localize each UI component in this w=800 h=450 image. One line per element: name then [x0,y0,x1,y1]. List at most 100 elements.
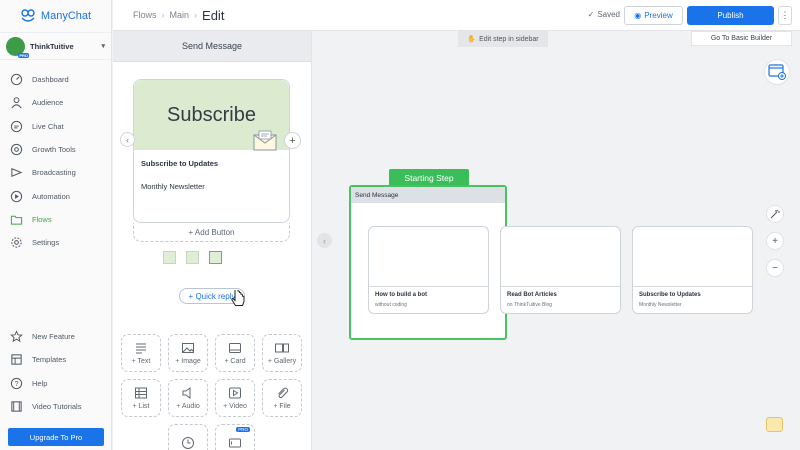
preview-button[interactable]: ◉ Preview [624,6,683,25]
chevron-left-icon[interactable]: ‹ [120,132,135,147]
text-icon [134,341,148,355]
node-card-title: How to build a bot [375,292,427,298]
add-delay-button[interactable] [168,424,208,450]
add-button[interactable]: + Add Button [133,223,290,242]
sidebar-item-new-feature[interactable]: New Feature [0,325,111,348]
flows-icon [10,213,23,226]
node-card[interactable]: Subscribe to Updates Monthly Newsletter [632,226,753,314]
sidebar-item-broadcasting[interactable]: Broadcasting [0,161,111,184]
audio-icon [181,386,195,400]
eye-icon: ◉ [634,11,642,20]
audience-icon [10,96,23,109]
sidebar-item-label: Video Tutorials [32,402,82,412]
thumbnail[interactable] [209,251,222,264]
node-card[interactable]: Read Bot Articles on ThinkTuitive Blog [500,226,621,314]
add-image-button[interactable]: + Image [168,334,208,372]
settings-icon [10,236,23,249]
pro-badge: PRO [236,427,250,432]
add-card-icon[interactable]: + [284,132,301,149]
page-title: Edit [202,7,225,23]
node-card[interactable]: How to build a bot without coding [368,226,489,314]
form-icon [228,436,242,450]
zoom-in-icon[interactable]: + [766,232,784,250]
sidebar-item-templates[interactable]: Templates [0,348,111,371]
basic-builder-button[interactable]: Go To Basic Builder [691,31,792,46]
add-pro-block-button[interactable]: PRO [215,424,255,450]
image-icon [181,341,195,355]
add-file-button[interactable]: + File [262,379,302,417]
flow-canvas[interactable]: ✋ Edit step in sidebar Go To Basic Build… [313,31,800,450]
add-audio-button[interactable]: + Audio [168,379,208,417]
add-text-button[interactable]: + Text [121,334,161,372]
sidebar-item-label: Growth Tools [32,145,76,155]
card-divider [501,286,620,287]
templates-icon [10,353,23,366]
gallery-card[interactable]: Subscribe Subscribe to Updates Monthly N… [120,79,301,223]
sidebar-item-dashboard[interactable]: Dashboard [0,68,111,91]
automation-icon [10,190,23,203]
sidebar-item-help[interactable]: ? Help [0,372,111,395]
manychat-logo-icon [20,8,36,24]
thumbnail[interactable] [163,251,176,264]
sidebar-item-video-tutorials[interactable]: Video Tutorials [0,395,111,418]
card-divider [633,286,752,287]
add-gallery-button[interactable]: + Gallery [262,334,302,372]
video-tutorials-icon [10,400,23,413]
more-options-icon[interactable]: ⋮ [778,6,792,25]
upgrade-to-pro-button[interactable]: Upgrade To Pro [8,428,104,446]
breadcrumb-main[interactable]: Main [170,10,190,20]
tool-label: + List [132,403,150,410]
card-divider [369,286,488,287]
sidebar-item-label: Flows [32,214,52,224]
sidebar-item-label: Audience [32,98,64,108]
sidebar-nav: Dashboard Audience Live Chat Growth Tool… [0,68,111,254]
tool-label: + Gallery [267,358,297,365]
node-card-title: Read Bot Articles [507,292,557,298]
card-subtitle[interactable]: Monthly Newsletter [141,182,205,191]
sidebar-item-label: Settings [32,238,60,248]
edit-hint: ✋ Edit step in sidebar [458,31,548,47]
sidebar-item-live-chat[interactable]: Live Chat [0,115,111,138]
account-switcher[interactable]: ThinkTuitive ▾ [0,33,111,60]
sidebar-item-label: Help [32,378,48,388]
collapse-panel-icon[interactable]: ‹ [317,233,332,248]
sidebar: ManyChat ThinkTuitive ▾ Dashboard Audien… [0,0,112,450]
sidebar-item-label: Templates [32,355,67,365]
brand[interactable]: ManyChat [0,0,111,33]
sidebar-item-label: New Feature [32,332,75,342]
help-icon: ? [10,377,23,390]
sidebar-item-flows[interactable]: Flows [0,208,111,231]
star-icon [10,330,23,343]
publish-button[interactable]: Publish [687,6,774,25]
add-card-button[interactable]: + Card [215,334,255,372]
sidebar-bottom-nav: New Feature Templates ? Help Video Tutor… [0,325,111,418]
envelope-icon [253,130,279,152]
chat-support-icon[interactable] [766,417,783,432]
magic-wand-icon[interactable] [766,205,784,223]
account-name: ThinkTuitive [30,41,74,51]
zoom-out-icon[interactable]: − [766,259,784,277]
paperclip-icon [275,386,289,400]
svg-text:?: ? [15,381,19,388]
sidebar-item-audience[interactable]: Audience [0,91,111,114]
card-image[interactable]: Subscribe [134,80,289,152]
node-card-subtitle: without coding [375,302,407,308]
tool-label: + File [273,403,291,410]
starting-step-label: Starting Step [389,169,469,186]
sidebar-item-settings[interactable]: Settings [0,231,111,254]
add-step-icon[interactable] [764,59,790,85]
add-list-button[interactable]: + List [121,379,161,417]
card-title[interactable]: Subscribe to Updates [141,159,218,168]
node-title: Send Message [351,187,505,203]
sidebar-item-automation[interactable]: Automation [0,184,111,207]
growth-tools-icon [10,143,23,156]
sidebar-item-label: Broadcasting [32,168,76,178]
breadcrumb-flows[interactable]: Flows [133,10,157,20]
thumbnail[interactable] [186,251,199,264]
node-card-subtitle: on ThinkTuitive Blog [507,302,553,308]
add-video-button[interactable]: + Video [215,379,255,417]
card-icon [228,341,242,355]
sidebar-item-label: Automation [32,191,70,201]
send-message-panel: Send Message Subscribe Subscribe to Upda… [113,31,312,450]
sidebar-item-growth-tools[interactable]: Growth Tools [0,138,111,161]
